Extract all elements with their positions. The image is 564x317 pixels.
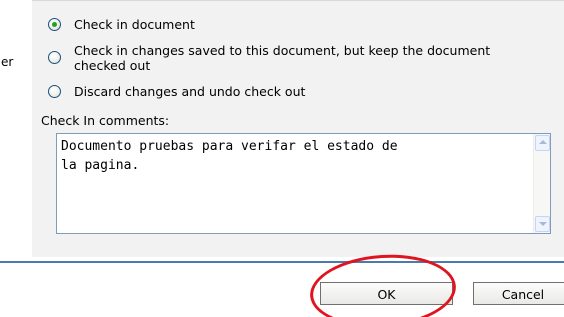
chevron-up-icon: [539, 140, 547, 144]
truncated-label: er: [1, 55, 14, 69]
option-keep-checked-out[interactable]: Check in changes saved to this document,…: [48, 43, 548, 75]
radio-discard[interactable]: [48, 85, 61, 98]
cancel-button[interactable]: Cancel: [473, 282, 564, 305]
top-divider: [32, 0, 564, 1]
option-check-in-label: Check in document: [74, 17, 195, 32]
scroll-down-button[interactable]: [535, 216, 550, 232]
option-check-in[interactable]: Check in document: [48, 17, 548, 33]
comments-label: Check In comments:: [41, 113, 170, 128]
option-discard[interactable]: Discard changes and undo check out: [48, 84, 548, 100]
scroll-up-button[interactable]: [535, 135, 550, 151]
radio-check-in[interactable]: [48, 18, 61, 31]
option-keep-checked-out-label: Check in changes saved to this document,…: [74, 43, 491, 73]
radio-selected-dot: [52, 22, 57, 27]
radio-keep-checked-out[interactable]: [48, 51, 61, 64]
check-in-panel: Check in document Check in changes saved…: [32, 0, 564, 257]
comments-text: Documento pruebas para verifar el estado…: [61, 139, 398, 173]
check-in-dialog: er Check in document Check in changes sa…: [0, 0, 564, 317]
comments-textarea[interactable]: Documento pruebas para verifar el estado…: [56, 133, 551, 234]
option-discard-label: Discard changes and undo check out: [74, 84, 306, 99]
chevron-down-icon: [539, 222, 547, 226]
left-column: er: [0, 0, 32, 257]
ok-button[interactable]: OK: [320, 282, 453, 305]
bottom-divider: [0, 261, 564, 263]
comments-scrollbar[interactable]: [533, 134, 550, 233]
